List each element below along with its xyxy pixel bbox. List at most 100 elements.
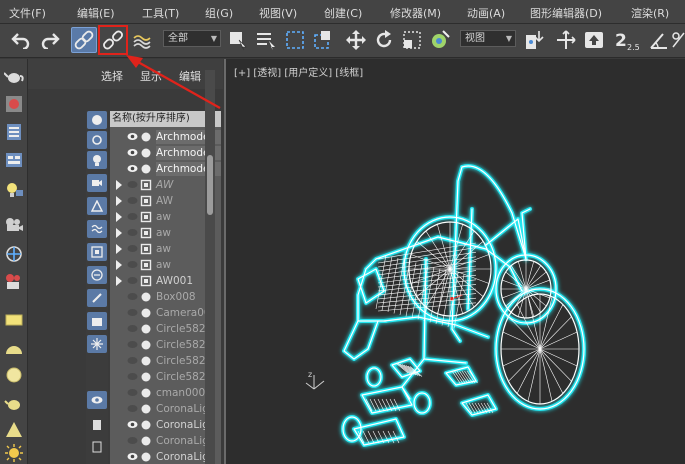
- sphere-icon[interactable]: [3, 364, 25, 386]
- light-bulb-icon[interactable]: [3, 179, 25, 201]
- menu-rendering[interactable]: 渲染(R): [631, 5, 669, 21]
- film-camera-icon[interactable]: [3, 271, 25, 293]
- filter-all-icon[interactable]: [87, 416, 107, 434]
- move-icon[interactable]: [343, 27, 369, 53]
- menu-edit[interactable]: 编辑(E): [77, 5, 115, 21]
- select-object-icon[interactable]: [225, 27, 251, 53]
- undo-icon[interactable]: [8, 27, 34, 53]
- placement-icon[interactable]: [427, 27, 453, 53]
- modify-panel-icon[interactable]: [3, 121, 25, 143]
- cone-icon[interactable]: [3, 419, 25, 441]
- visibility-eye-icon[interactable]: [127, 244, 138, 253]
- explorer-scrollbar[interactable]: [205, 70, 215, 464]
- visibility-eye-icon[interactable]: [127, 308, 138, 317]
- menu-views[interactable]: 视图(V): [259, 5, 297, 21]
- visibility-eye-icon[interactable]: [127, 292, 138, 301]
- scrollbar-thumb[interactable]: [207, 155, 213, 215]
- filter-bone-icon[interactable]: [87, 289, 107, 307]
- object-name: Circle5829: [156, 339, 213, 351]
- filter-spacewarp-icon[interactable]: [87, 220, 107, 238]
- helper-icon[interactable]: [3, 243, 25, 265]
- visibility-eye-icon[interactable]: [127, 436, 138, 445]
- rect-region-icon[interactable]: [282, 27, 308, 53]
- perspective-viewport[interactable]: [+] [透视] [用户定义] [线框] z: [224, 59, 685, 464]
- menu-animation[interactable]: 动画(A): [467, 5, 505, 21]
- tab-edit[interactable]: 编辑: [179, 68, 201, 84]
- filter-hidden-icon[interactable]: [87, 391, 107, 409]
- redo-icon[interactable]: [37, 27, 63, 53]
- expand-arrow-icon[interactable]: [116, 196, 122, 206]
- filter-none-icon[interactable]: [87, 438, 107, 456]
- wheelchair-wireframe[interactable]: z: [226, 59, 685, 464]
- menu-file[interactable]: 文件(F): [9, 5, 46, 21]
- filter-camera-icon[interactable]: [87, 174, 107, 192]
- keyboard-shortcut-icon[interactable]: [581, 27, 607, 53]
- window-crossing-icon[interactable]: [310, 27, 336, 53]
- visibility-eye-icon[interactable]: [127, 132, 138, 141]
- select-by-name-icon[interactable]: [253, 27, 279, 53]
- render-setup-icon[interactable]: [3, 149, 25, 171]
- menu-graph-editors[interactable]: 图形编辑器(D): [530, 5, 602, 21]
- rotate-icon[interactable]: [371, 27, 397, 53]
- filter-container-icon[interactable]: [87, 312, 107, 330]
- selection-filter-dropdown[interactable]: 全部 ▼: [163, 30, 221, 47]
- reference-coord-dropdown[interactable]: 视图 ▼: [460, 30, 516, 47]
- filter-light-icon[interactable]: [87, 151, 107, 169]
- menu-group[interactable]: 组(G): [205, 5, 233, 21]
- object-type-icon: [141, 372, 151, 382]
- visibility-eye-icon[interactable]: [127, 228, 138, 237]
- filter-group-icon[interactable]: [87, 243, 107, 261]
- object-type-icon: [141, 356, 151, 366]
- visibility-eye-icon[interactable]: [127, 340, 138, 349]
- expand-arrow-icon[interactable]: [116, 228, 122, 238]
- scale-icon[interactable]: [399, 27, 425, 53]
- visibility-eye-icon[interactable]: [127, 212, 138, 221]
- tab-display[interactable]: 显示: [140, 68, 162, 84]
- material-editor-icon[interactable]: [3, 93, 25, 115]
- visibility-eye-icon[interactable]: [127, 164, 138, 173]
- visibility-eye-icon[interactable]: [127, 356, 138, 365]
- visibility-eye-icon[interactable]: [127, 148, 138, 157]
- scene-explorer-tabs: 选择 显示 编辑: [28, 59, 223, 89]
- hemisphere-icon[interactable]: [3, 337, 25, 359]
- snap-icon[interactable]: 2 2.5: [613, 27, 643, 53]
- plane-icon[interactable]: [3, 309, 25, 331]
- teapot-icon[interactable]: [3, 65, 25, 87]
- unlink-icon[interactable]: [98, 25, 128, 55]
- sun-icon[interactable]: [3, 442, 25, 464]
- visibility-eye-icon[interactable]: [127, 196, 138, 205]
- visibility-eye-icon[interactable]: [127, 276, 138, 285]
- visibility-eye-icon[interactable]: [127, 372, 138, 381]
- menu-create[interactable]: 创建(C): [324, 5, 362, 21]
- percent-snap-icon[interactable]: [671, 27, 685, 53]
- visibility-eye-icon[interactable]: [127, 420, 138, 429]
- object-name: AW: [156, 195, 173, 207]
- bind-spacewarp-icon[interactable]: [130, 27, 156, 53]
- expand-arrow-icon[interactable]: [116, 260, 122, 270]
- visibility-eye-icon[interactable]: [127, 404, 138, 413]
- object-type-icon: [140, 195, 152, 207]
- visibility-eye-icon[interactable]: [127, 452, 138, 461]
- filter-geometry-icon[interactable]: [87, 111, 107, 129]
- visibility-eye-icon[interactable]: [127, 180, 138, 189]
- expand-arrow-icon[interactable]: [116, 212, 122, 222]
- expand-arrow-icon[interactable]: [116, 244, 122, 254]
- select-link-icon[interactable]: [71, 27, 97, 53]
- select-manipulate-icon[interactable]: [553, 27, 579, 53]
- teapot-small-icon[interactable]: [3, 393, 25, 415]
- camera-icon[interactable]: [3, 214, 25, 236]
- visibility-eye-icon[interactable]: [127, 324, 138, 333]
- filter-frozen-icon[interactable]: [87, 335, 107, 353]
- visibility-eye-icon[interactable]: [127, 388, 138, 397]
- menu-tools[interactable]: 工具(T): [142, 5, 179, 21]
- menu-modifiers[interactable]: 修改器(M): [390, 5, 441, 21]
- pivot-icon[interactable]: [520, 27, 546, 53]
- visibility-eye-icon[interactable]: [127, 260, 138, 269]
- expand-arrow-icon[interactable]: [116, 180, 122, 190]
- filter-xref-icon[interactable]: [87, 266, 107, 284]
- filter-shape-icon[interactable]: [87, 131, 107, 149]
- angle-snap-icon[interactable]: [646, 27, 672, 53]
- filter-helper-icon[interactable]: [87, 197, 107, 215]
- tab-select[interactable]: 选择: [101, 68, 123, 84]
- expand-arrow-icon[interactable]: [116, 276, 122, 286]
